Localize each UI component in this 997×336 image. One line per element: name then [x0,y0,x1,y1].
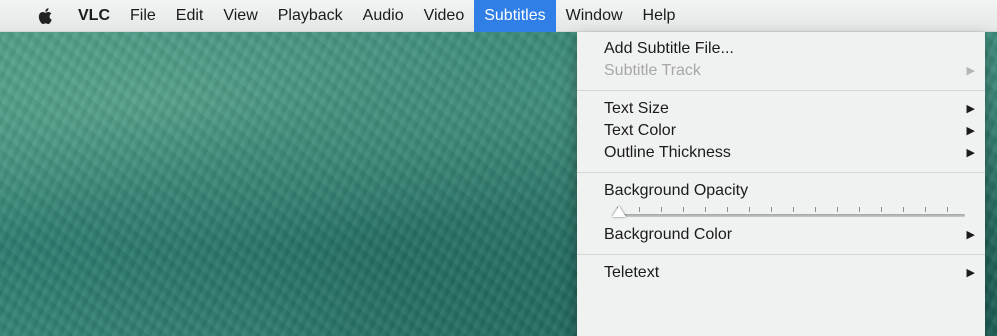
desktop-background: VLC File Edit View Playback Audio Video … [0,0,997,336]
apple-logo-icon[interactable] [36,6,56,26]
submenu-arrow-icon: ▶ [966,65,975,77]
background-opacity-label: Background Opacity [604,182,749,199]
outline-thickness-item[interactable]: Outline Thickness ▶ [577,142,985,164]
submenu-arrow-icon: ▶ [966,229,975,241]
menu-file[interactable]: File [120,0,166,32]
teletext-label: Teletext [604,264,660,281]
menu-help[interactable]: Help [633,0,686,32]
submenu-arrow-icon: ▶ [966,125,975,137]
submenu-arrow-icon: ▶ [966,147,975,159]
background-opacity-slider[interactable] [612,202,965,224]
subtitles-dropdown-menu: Add Subtitle File... Subtitle Track ▶ Te… [577,32,985,336]
subtitle-track-item: Subtitle Track ▶ [577,60,985,82]
slider-ticks [617,207,965,212]
background-opacity-item: Background Opacity [577,180,985,202]
background-color-item[interactable]: Background Color ▶ [577,224,985,246]
menu-bar: VLC File Edit View Playback Audio Video … [0,0,997,32]
menu-separator [577,254,985,255]
text-color-label: Text Color [604,122,677,139]
menu-window[interactable]: Window [556,0,633,32]
add-subtitle-file-item[interactable]: Add Subtitle File... [577,38,985,60]
slider-track [617,214,965,217]
subtitle-track-label: Subtitle Track [604,62,701,79]
menu-playback[interactable]: Playback [268,0,353,32]
outline-thickness-label: Outline Thickness [604,144,731,161]
text-size-label: Text Size [604,100,669,117]
submenu-arrow-icon: ▶ [966,267,975,279]
menu-edit[interactable]: Edit [166,0,214,32]
menu-separator [577,90,985,91]
slider-knob[interactable] [612,206,626,217]
menu-video[interactable]: Video [414,0,475,32]
text-size-item[interactable]: Text Size ▶ [577,98,985,120]
menu-audio[interactable]: Audio [353,0,414,32]
background-color-label: Background Color [604,226,733,243]
menu-separator [577,172,985,173]
add-subtitle-file-label: Add Subtitle File... [604,40,734,57]
menu-app-vlc[interactable]: VLC [78,0,120,32]
menu-subtitles[interactable]: Subtitles [474,0,556,32]
text-color-item[interactable]: Text Color ▶ [577,120,985,142]
menu-view[interactable]: View [213,0,267,32]
submenu-arrow-icon: ▶ [966,103,975,115]
menu-items: VLC File Edit View Playback Audio Video … [78,0,685,32]
teletext-item[interactable]: Teletext ▶ [577,262,985,284]
